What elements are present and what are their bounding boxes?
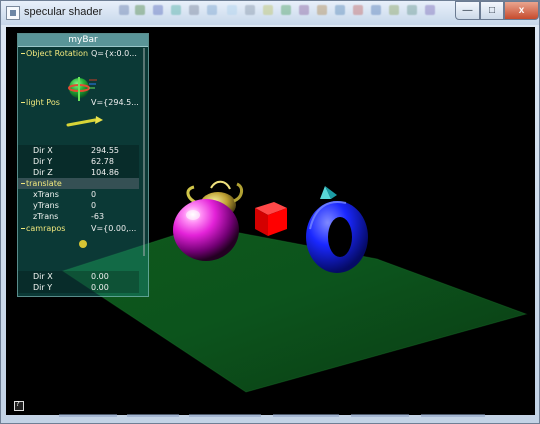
toolbar-icon bbox=[281, 5, 291, 15]
y-trans-value[interactable]: 0 bbox=[91, 200, 96, 211]
light-dir-y-value[interactable]: 62.78 bbox=[91, 156, 114, 167]
cyan-cone bbox=[320, 186, 337, 199]
toolbar-icon bbox=[425, 5, 435, 15]
y-trans-label: yTrans bbox=[33, 201, 59, 210]
red-cube bbox=[255, 202, 287, 236]
blurred-status-bar bbox=[59, 411, 499, 421]
toolbar-icon bbox=[245, 5, 255, 15]
panel-scroll-thumb[interactable] bbox=[143, 48, 145, 256]
object-rotation-value: Q={x:0.0... bbox=[91, 49, 137, 58]
toolbar-icon bbox=[119, 5, 129, 15]
status-text-line bbox=[127, 414, 179, 417]
object-rotation-label: Object Rotation bbox=[26, 49, 89, 58]
toolbar-icon bbox=[353, 5, 363, 15]
x-trans-value[interactable]: 0 bbox=[91, 189, 96, 200]
translate-row[interactable]: translate bbox=[18, 178, 139, 189]
toolbar-icon bbox=[263, 5, 273, 15]
toolbar-icon bbox=[299, 5, 309, 15]
status-text-line bbox=[59, 414, 117, 417]
blue-torus bbox=[306, 201, 368, 273]
my-bar-panel[interactable]: myBar Object Rotation Q={x:0.0... light … bbox=[17, 33, 149, 297]
light-dir-x-label: Dir X bbox=[33, 146, 53, 155]
toolbar-icon bbox=[317, 5, 327, 15]
maximize-button[interactable]: □ bbox=[480, 1, 504, 20]
title-bar[interactable]: specular shader — □ x bbox=[1, 1, 539, 25]
close-button[interactable]: x bbox=[504, 1, 539, 20]
collapse-icon[interactable] bbox=[21, 102, 25, 103]
light-dir-z-label: Dir Z bbox=[33, 168, 53, 177]
x-trans-row[interactable]: xTrans 0 bbox=[18, 189, 139, 200]
light-pos-label: light Pos bbox=[26, 98, 60, 107]
light-pos-row[interactable]: light Pos V={294.5... bbox=[18, 97, 139, 108]
magenta-sphere bbox=[173, 199, 239, 261]
camera-dir-y-row[interactable]: Dir Y 0.00 bbox=[18, 282, 139, 293]
z-trans-row[interactable]: zTrans -63 bbox=[18, 211, 139, 222]
status-text-line bbox=[351, 414, 409, 417]
collapse-icon[interactable] bbox=[21, 228, 25, 229]
collapse-icon[interactable] bbox=[21, 53, 25, 54]
toolbar-icon bbox=[207, 5, 217, 15]
toolbar-icon bbox=[171, 5, 181, 15]
camera-dir-x-value[interactable]: 0.00 bbox=[91, 271, 109, 282]
camera-dir-x-row[interactable]: Dir X 0.00 bbox=[18, 271, 139, 282]
camera-dir-x-label: Dir X bbox=[33, 272, 53, 281]
z-trans-value[interactable]: -63 bbox=[91, 211, 104, 222]
x-trans-label: xTrans bbox=[33, 190, 59, 199]
camera-dir-y-label: Dir Y bbox=[33, 283, 53, 292]
application-window: specular shader — □ x myBar Object Rotat… bbox=[0, 0, 540, 424]
toolbar-icon bbox=[227, 5, 237, 15]
status-text-line bbox=[189, 414, 261, 417]
light-dir-x-row[interactable]: Dir X 294.55 bbox=[18, 145, 139, 156]
toolbar-icon bbox=[153, 5, 163, 15]
window-title: specular shader bbox=[24, 6, 103, 18]
camera-position-dot-icon[interactable] bbox=[76, 238, 92, 250]
help-button[interactable] bbox=[14, 400, 24, 411]
3d-viewport[interactable]: myBar Object Rotation Q={x:0.0... light … bbox=[6, 27, 535, 415]
toolbar-icon bbox=[407, 5, 417, 15]
camrapos-value: V={0.00,... bbox=[91, 224, 137, 233]
panel-scrollbar[interactable] bbox=[143, 48, 145, 256]
panel-title[interactable]: myBar bbox=[18, 34, 148, 47]
camrapos-label: camrapos bbox=[26, 224, 66, 233]
object-rotation-row[interactable]: Object Rotation Q={x:0.0... bbox=[18, 48, 139, 59]
application-icon bbox=[6, 6, 20, 20]
light-dir-z-row[interactable]: Dir Z 104.86 bbox=[18, 167, 139, 178]
y-trans-row[interactable]: yTrans 0 bbox=[18, 200, 139, 211]
minimize-button[interactable]: — bbox=[455, 1, 480, 20]
toolbar-icon bbox=[189, 5, 199, 15]
translate-label: translate bbox=[26, 179, 62, 188]
camera-dir-y-value[interactable]: 0.00 bbox=[91, 282, 109, 293]
camrapos-row[interactable]: camrapos V={0.00,... bbox=[18, 223, 139, 234]
status-text-line bbox=[421, 414, 485, 417]
light-pos-value: V={294.5... bbox=[91, 98, 139, 107]
blurred-toolbar-icons bbox=[119, 5, 465, 21]
toolbar-icon bbox=[135, 5, 145, 15]
z-trans-label: zTrans bbox=[33, 212, 59, 221]
toolbar-icon bbox=[371, 5, 381, 15]
light-dir-x-value[interactable]: 294.55 bbox=[91, 145, 119, 156]
collapse-icon[interactable] bbox=[21, 183, 25, 184]
light-dir-y-label: Dir Y bbox=[33, 157, 53, 166]
light-direction-arrow-icon[interactable] bbox=[60, 112, 108, 136]
toolbar-icon bbox=[335, 5, 345, 15]
light-dir-z-value[interactable]: 104.86 bbox=[91, 167, 119, 178]
light-dir-y-row[interactable]: Dir Y 62.78 bbox=[18, 156, 139, 167]
status-text-line bbox=[273, 414, 339, 417]
toolbar-icon bbox=[389, 5, 399, 15]
